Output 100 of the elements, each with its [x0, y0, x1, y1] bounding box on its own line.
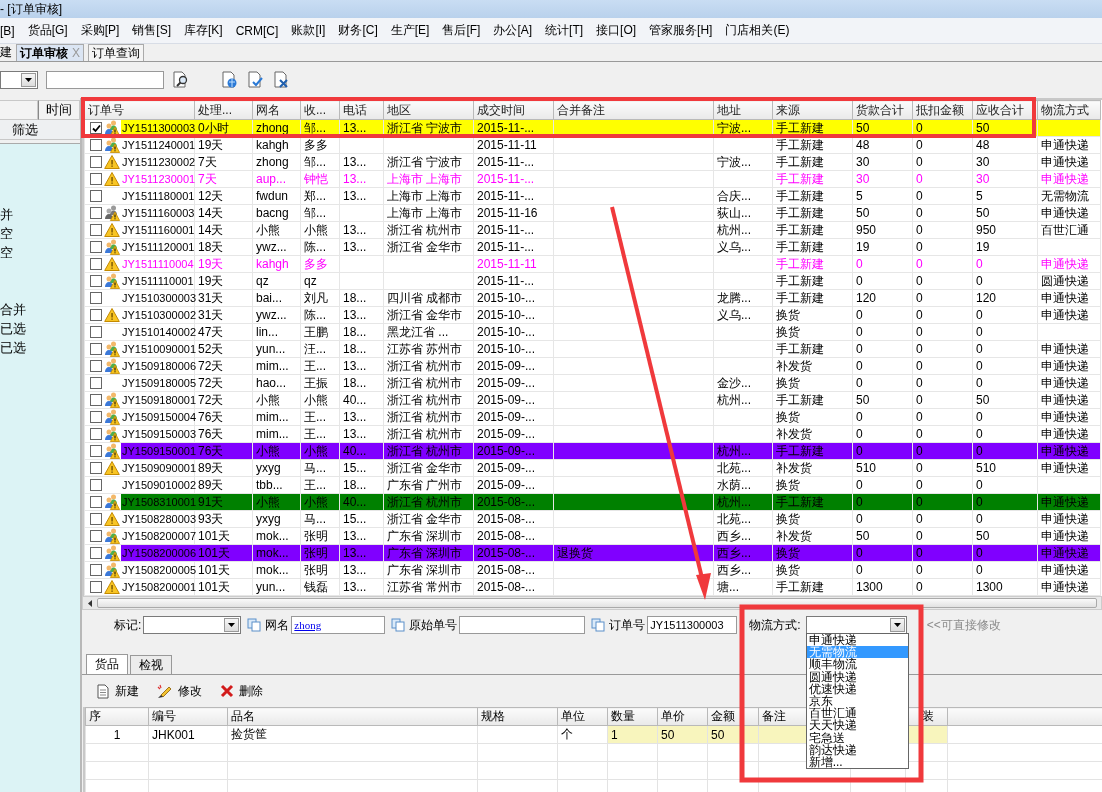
- dropdown-option[interactable]: 新增...: [806, 755, 908, 769]
- checkbox[interactable]: [90, 428, 102, 440]
- table-cell: 申通快递: [1037, 306, 1101, 324]
- checkbox[interactable]: [90, 275, 102, 287]
- menu-item[interactable]: [B]: [0, 23, 15, 38]
- menu-item[interactable]: 库存[K]: [184, 22, 223, 39]
- tab[interactable]: 建: [0, 44, 12, 61]
- search-field[interactable]: [46, 71, 164, 89]
- checkbox[interactable]: [90, 547, 102, 559]
- checkbox[interactable]: [90, 411, 102, 423]
- menu-item[interactable]: 采购[P]: [80, 22, 120, 39]
- filter-button[interactable]: 筛选: [0, 120, 80, 140]
- table-cell: 杭州...: [713, 391, 773, 409]
- dropdown-option[interactable]: 顺丰物流: [806, 658, 908, 671]
- table-cell: 补发货: [772, 357, 853, 375]
- table-cell: 19: [972, 238, 1038, 256]
- column-header[interactable]: 编号: [148, 707, 228, 726]
- menu-item[interactable]: 账款[I]: [291, 22, 326, 39]
- checkbox[interactable]: [90, 224, 102, 236]
- checkbox[interactable]: [90, 139, 102, 151]
- checkbox[interactable]: [90, 292, 102, 304]
- checkbox[interactable]: [90, 241, 102, 253]
- checkbox[interactable]: [90, 564, 102, 576]
- checkbox[interactable]: [90, 581, 102, 593]
- checkbox[interactable]: [90, 479, 102, 491]
- dropdown[interactable]: [0, 71, 38, 89]
- checkbox[interactable]: [90, 122, 102, 134]
- dropdown-option[interactable]: 圆通快递: [806, 670, 908, 683]
- logistics-dropdown[interactable]: [805, 616, 907, 634]
- checkbox[interactable]: [90, 207, 102, 219]
- table-cell: 补发货: [772, 527, 853, 545]
- checkbox[interactable]: [90, 530, 102, 542]
- mark-dropdown[interactable]: [143, 616, 242, 634]
- source-number-field[interactable]: [459, 616, 586, 634]
- document-delete-icon[interactable]: [272, 71, 290, 89]
- column-header[interactable]: 物流方式: [1037, 100, 1101, 120]
- nickname-link[interactable]: zhong: [294, 619, 322, 631]
- nickname-field[interactable]: zhong: [291, 616, 386, 634]
- table-cell: JY1509150001: [121, 443, 196, 459]
- filter-option[interactable]: 并: [0, 205, 13, 224]
- search-icon[interactable]: [172, 71, 190, 89]
- menu-item[interactable]: 办公[A]: [493, 22, 533, 39]
- checkbox[interactable]: [90, 496, 102, 508]
- filter-option[interactable]: 空: [0, 243, 13, 262]
- checkbox[interactable]: [90, 462, 102, 474]
- menu-item[interactable]: 门店相关(E): [725, 22, 790, 39]
- menu-item[interactable]: 生产[E]: [390, 22, 430, 39]
- filter-option[interactable]: 已选: [0, 319, 26, 338]
- dropdown-option[interactable]: 韵达快递: [806, 743, 908, 756]
- dropdown-option[interactable]: 京东: [806, 694, 908, 708]
- column-header[interactable]: 时间: [38, 100, 80, 120]
- tab[interactable]: 订单审核 X: [16, 44, 84, 61]
- column-header[interactable]: 规格: [477, 707, 558, 726]
- column-header[interactable]: 单位: [557, 707, 608, 726]
- menu-item[interactable]: CRM[C]: [235, 23, 279, 38]
- table-cell: 0: [972, 272, 1038, 290]
- column-header[interactable]: 序: [85, 707, 149, 726]
- menu-item[interactable]: 管家服务[H]: [649, 22, 713, 39]
- column-header[interactable]: 单价: [657, 707, 708, 726]
- checkbox[interactable]: [90, 326, 102, 338]
- checkbox[interactable]: [90, 377, 102, 389]
- checkbox[interactable]: [90, 394, 102, 406]
- dropdown-option[interactable]: 优速快递: [806, 682, 908, 695]
- filter-option[interactable]: 已选: [0, 338, 26, 357]
- document-globe-icon[interactable]: [220, 71, 238, 89]
- checkbox[interactable]: [90, 343, 102, 355]
- menu-item[interactable]: 接口[O]: [596, 22, 637, 39]
- menu-item[interactable]: 统计[T]: [545, 22, 584, 39]
- column-header[interactable]: 品名: [227, 707, 478, 726]
- dropdown-option[interactable]: 宅急送: [806, 731, 908, 744]
- menu-item[interactable]: 销售[S]: [132, 22, 172, 39]
- filter-option[interactable]: 空: [0, 224, 13, 243]
- checkbox[interactable]: [90, 360, 102, 372]
- filter-option[interactable]: 合并: [0, 300, 26, 319]
- column-header[interactable]: 数量: [607, 707, 658, 726]
- toolbar-button[interactable]: 删除: [220, 682, 263, 700]
- menu-item[interactable]: 财务[C]: [338, 22, 378, 39]
- checkbox[interactable]: [90, 445, 102, 457]
- tab[interactable]: 货品: [86, 654, 128, 674]
- table-cell: 荻山...: [713, 204, 773, 222]
- checkbox[interactable]: [90, 156, 102, 168]
- menu-item[interactable]: 货品[G]: [27, 22, 68, 39]
- toolbar-button[interactable]: 新建: [96, 682, 139, 700]
- table-cell: 2015-11-...: [473, 153, 554, 171]
- menu-item[interactable]: 售后[F]: [442, 22, 481, 39]
- tab[interactable]: 检视: [130, 655, 172, 674]
- checkbox[interactable]: [90, 513, 102, 525]
- table-cell: 水荫...: [713, 476, 773, 494]
- tab[interactable]: 订单查询: [88, 44, 144, 61]
- order-number-field[interactable]: JY1511300003: [647, 616, 738, 634]
- checkbox[interactable]: [90, 309, 102, 321]
- document-check-icon[interactable]: [246, 71, 264, 89]
- toolbar-button[interactable]: 修改: [157, 682, 202, 700]
- checkbox[interactable]: [90, 258, 102, 270]
- checkbox[interactable]: [90, 190, 102, 202]
- table-cell: 0: [972, 561, 1038, 579]
- checkbox[interactable]: [90, 173, 102, 185]
- scrollbar[interactable]: [82, 596, 1102, 610]
- table-cell: 郑...: [300, 187, 340, 205]
- left-arrow-icon[interactable]: [88, 599, 92, 607]
